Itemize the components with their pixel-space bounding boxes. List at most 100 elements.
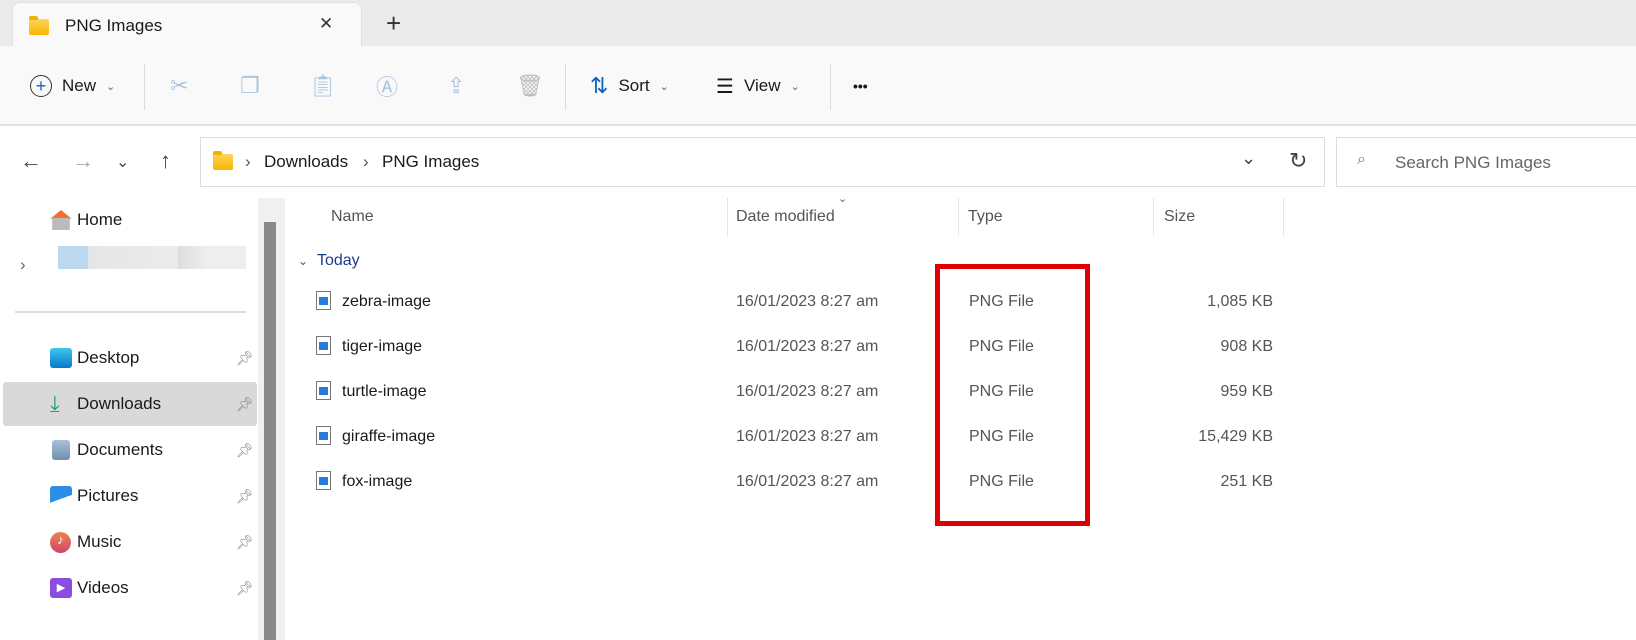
folder-icon	[213, 151, 233, 170]
breadcrumb-separator: ›	[245, 152, 251, 171]
pin-icon[interactable]: 📌︎	[236, 488, 254, 505]
blurred-item[interactable]	[58, 246, 246, 269]
sidebar-item-videos[interactable]: ▶ Videos 📌︎	[0, 566, 258, 610]
tab-png-images[interactable]: PNG Images ✕	[12, 2, 362, 46]
sort-chevron-icon: ⌄	[838, 193, 848, 205]
column-header-name[interactable]: Name	[331, 208, 374, 226]
pin-icon[interactable]: 📌︎	[236, 580, 254, 597]
sidebar-item-documents[interactable]: Documents 📌︎	[0, 428, 258, 472]
file-date: 16/01/2023 8:27 am	[736, 293, 879, 310]
column-divider[interactable]	[727, 198, 728, 236]
cut-icon[interactable]: ✂	[170, 46, 188, 126]
file-name: tiger-image	[342, 338, 423, 355]
view-label: View	[743, 76, 781, 95]
item-label: Desktop	[77, 348, 140, 367]
paste-icon[interactable]: 📋︎	[309, 46, 337, 126]
divider	[830, 64, 831, 110]
view-icon: ☰	[716, 75, 734, 98]
file-size: 908 KB	[1220, 338, 1273, 355]
file-date: 16/01/2023 8:27 am	[736, 383, 879, 400]
rename-icon[interactable]: Ⓐ	[376, 46, 398, 126]
address-history-chevron-icon[interactable]: ⌄	[1241, 148, 1256, 169]
view-button[interactable]: ☰ View ⌄	[716, 46, 800, 126]
item-label: Videos	[77, 578, 129, 597]
file-row[interactable]: giraffe-image 16/01/2023 8:27 am PNG Fil…	[300, 418, 1290, 458]
item-label: Music	[77, 532, 122, 551]
forward-icon[interactable]: →	[72, 148, 94, 174]
sidebar-scrollbar-thumb[interactable]	[264, 222, 276, 640]
up-icon[interactable]: ↑	[160, 148, 171, 174]
file-row[interactable]: tiger-image 16/01/2023 8:27 am PNG File …	[300, 328, 1290, 368]
file-size: 251 KB	[1220, 473, 1273, 490]
file-row[interactable]: fox-image 16/01/2023 8:27 am PNG File 25…	[300, 463, 1290, 503]
sidebar-item-pictures[interactable]: Pictures 📌︎	[0, 474, 258, 518]
home-label: Home	[77, 210, 123, 229]
sort-button[interactable]: ⇅ Sort ⌄	[590, 46, 669, 126]
pin-icon[interactable]: 📌︎	[236, 350, 254, 367]
tab-title: PNG Images	[65, 16, 163, 35]
png-file-icon	[316, 336, 331, 355]
file-name: fox-image	[342, 473, 413, 490]
breadcrumb-downloads[interactable]: Downloads	[264, 152, 348, 172]
item-label: Documents	[77, 440, 163, 459]
new-tab-button[interactable]: +	[386, 8, 401, 39]
downloads-icon: ⤓	[50, 391, 60, 416]
more-options-button[interactable]: •••	[853, 46, 868, 126]
sidebar-item-desktop[interactable]: Desktop 📌︎	[0, 336, 258, 380]
highlight-box	[935, 264, 1090, 526]
videos-icon: ▶	[50, 578, 72, 598]
music-icon: ♪	[50, 531, 71, 553]
sort-icon: ⇅	[590, 73, 609, 98]
column-divider[interactable]	[958, 198, 959, 236]
expand-chevron-icon[interactable]: ›	[20, 255, 26, 275]
sidebar-item-music[interactable]: ♪ Music 📌︎	[0, 520, 258, 564]
search-box[interactable]: ⌕ Search PNG Images	[1336, 137, 1636, 187]
pin-icon[interactable]: 📌︎	[236, 396, 254, 413]
pin-icon[interactable]: 📌︎	[236, 442, 254, 459]
file-name: giraffe-image	[342, 428, 436, 445]
file-size: 959 KB	[1220, 383, 1273, 400]
share-icon[interactable]: ⇪	[447, 46, 465, 126]
item-label: Pictures	[77, 486, 139, 505]
sidebar-item-home[interactable]: Home	[0, 198, 258, 242]
column-header-size[interactable]: Size	[1164, 208, 1195, 226]
group-header-today[interactable]: ⌄ Today	[298, 252, 360, 270]
breadcrumb-png-images[interactable]: PNG Images	[382, 152, 479, 172]
copy-icon[interactable]: ❐	[240, 46, 260, 126]
new-button[interactable]: + New ⌄	[30, 46, 115, 126]
desktop-icon	[50, 348, 72, 368]
column-divider[interactable]	[1153, 198, 1154, 236]
plus-circle-icon: +	[30, 75, 52, 97]
folder-icon	[29, 16, 49, 35]
refresh-icon[interactable]: ↻	[1289, 148, 1307, 174]
back-icon[interactable]: ←	[20, 148, 42, 174]
close-tab-button[interactable]: ✕	[319, 14, 333, 34]
file-row[interactable]: zebra-image 16/01/2023 8:27 am PNG File …	[300, 283, 1290, 323]
address-bar[interactable]: › Downloads › PNG Images ⌄ ↻	[200, 137, 1325, 187]
delete-icon[interactable]: 🗑︎	[516, 46, 544, 126]
sidebar-item-downloads[interactable]: ⤓ Downloads 📌︎	[3, 382, 257, 426]
file-name: turtle-image	[342, 383, 427, 400]
column-header-type[interactable]: Type	[968, 208, 1003, 226]
search-placeholder: Search PNG Images	[1395, 153, 1551, 172]
pin-icon[interactable]: 📌︎	[236, 534, 254, 551]
documents-icon	[52, 440, 70, 460]
column-divider[interactable]	[1283, 198, 1284, 236]
png-file-icon	[316, 426, 331, 445]
file-row[interactable]: turtle-image 16/01/2023 8:27 am PNG File…	[300, 373, 1290, 413]
pictures-icon	[50, 486, 72, 506]
divider	[565, 64, 566, 110]
collapse-chevron-icon: ⌄	[298, 254, 309, 268]
recent-chevron-down-icon[interactable]: ⌄	[116, 152, 129, 172]
column-header-date[interactable]: Date modified	[736, 208, 835, 226]
search-icon: ⌕	[1357, 151, 1366, 168]
item-label: Downloads	[77, 394, 162, 413]
png-file-icon	[316, 381, 331, 400]
breadcrumb-separator: ›	[363, 152, 369, 171]
divider	[15, 311, 246, 313]
command-bar: + New ⌄ ✂ ❐ 📋︎ Ⓐ ⇪ 🗑︎ ⇅ Sort ⌄ ☰ View ⌄ •••	[0, 46, 1636, 126]
file-date: 16/01/2023 8:27 am	[736, 338, 879, 355]
sort-label: Sort	[618, 76, 650, 95]
file-date: 16/01/2023 8:27 am	[736, 428, 879, 445]
group-label: Today	[316, 252, 360, 269]
